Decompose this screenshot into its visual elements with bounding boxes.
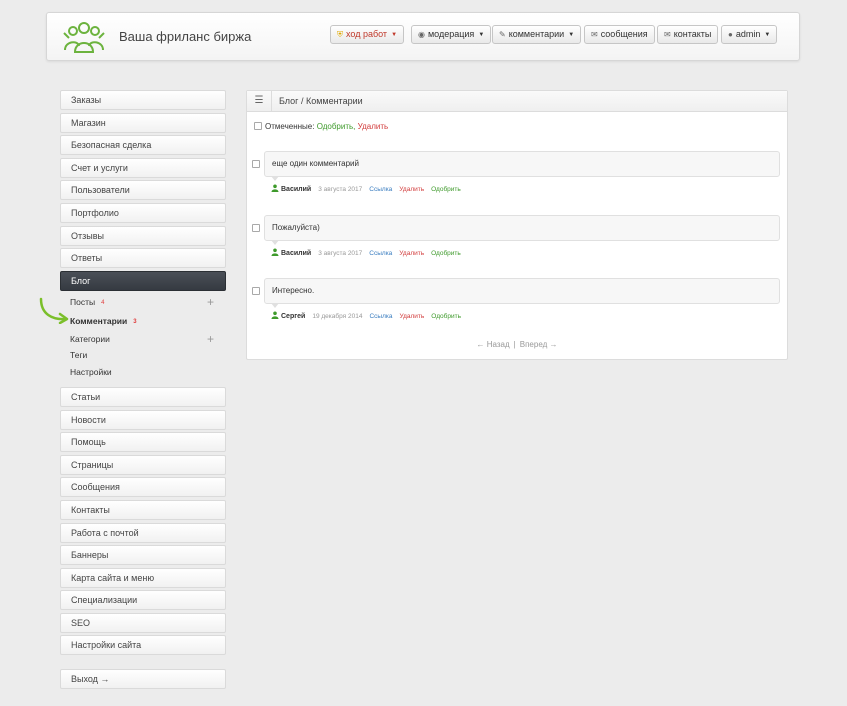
sidebar-item-blog[interactable]: Блог bbox=[60, 271, 226, 291]
sidebar-item-specializations[interactable]: Специализации bbox=[60, 590, 226, 610]
logo-people-icon[interactable] bbox=[61, 18, 107, 56]
sidebar-item-orders[interactable]: Заказы bbox=[60, 90, 226, 110]
user-label: admin bbox=[735, 29, 761, 39]
pagination: ← Назад | Вперед → bbox=[247, 340, 787, 349]
comment-delete-link[interactable]: Удалить bbox=[399, 186, 424, 193]
comment-author[interactable]: Василий bbox=[281, 186, 311, 193]
comments-sub-label: Комментарии bbox=[70, 316, 128, 326]
comment-approve-link[interactable]: Одобрить bbox=[431, 313, 461, 320]
chevron-down-icon: ▼ bbox=[568, 32, 575, 38]
hamburger-menu-icon[interactable]: ☰ bbox=[247, 91, 272, 111]
sidebar-item-articles[interactable]: Статьи bbox=[60, 387, 226, 407]
next-page-link[interactable]: Вперед → bbox=[520, 340, 558, 349]
posts-label: Посты bbox=[70, 297, 96, 307]
top-header: Ваша фриланс биржа ⛨ ход работ ▼ ◉ модераци… bbox=[46, 12, 800, 61]
chevron-down-icon: ▼ bbox=[764, 32, 771, 38]
bulk-approve-link[interactable]: Одобрить, bbox=[317, 122, 356, 131]
envelope-icon: ✉ bbox=[591, 30, 598, 39]
comment-delete-link[interactable]: Удалить bbox=[399, 313, 424, 320]
comment-bubble: Интересно. bbox=[264, 278, 780, 308]
sidebar-item-safe-deal[interactable]: Безопасная сделка bbox=[60, 135, 226, 155]
comments-panel: ☰ Блог / Комментарии Отмеченные: Одобрит… bbox=[246, 90, 788, 360]
user-icon bbox=[271, 311, 279, 319]
sidebar-sub-settings[interactable]: Настройки bbox=[70, 367, 112, 377]
bulk-actions: Отмеченные: Одобрить, Удалить bbox=[265, 122, 388, 131]
comment-checkbox[interactable] bbox=[252, 287, 260, 295]
envelope-icon: ✉ bbox=[664, 30, 671, 39]
comment-bubble: Пожалуйста) bbox=[264, 215, 780, 245]
contacts-label: контакты bbox=[673, 29, 712, 39]
sidebar-item-messages[interactable]: Сообщения bbox=[60, 477, 226, 497]
site-title[interactable]: Ваша фриланс биржа bbox=[119, 29, 251, 44]
comment-approve-link[interactable]: Одобрить bbox=[431, 186, 461, 193]
pager-separator: | bbox=[513, 340, 516, 349]
bulk-delete-link[interactable]: Удалить bbox=[358, 122, 389, 131]
sidebar-sub-categories[interactable]: Категории bbox=[70, 334, 110, 344]
sidebar-item-contacts[interactable]: Контакты bbox=[60, 500, 226, 520]
eye-icon: ◉ bbox=[418, 30, 425, 39]
comment-approve-link[interactable]: Одобрить bbox=[431, 250, 461, 257]
sidebar-item-billing[interactable]: Счет и услуги bbox=[60, 158, 226, 178]
sidebar-item-shop[interactable]: Магазин bbox=[60, 113, 226, 133]
sidebar-item-banners[interactable]: Баннеры bbox=[60, 545, 226, 565]
comment-checkbox[interactable] bbox=[252, 160, 260, 168]
breadcrumb: Блог / Комментарии bbox=[279, 96, 363, 106]
comments-count-badge: 3 bbox=[133, 319, 137, 325]
moderation-button[interactable]: ◉ модерация ▼ bbox=[411, 25, 492, 44]
comment-bubble: еще один комментарий bbox=[264, 151, 780, 181]
sidebar-item-users[interactable]: Пользователи bbox=[60, 180, 226, 200]
messages-button[interactable]: ✉ сообщения bbox=[584, 25, 655, 44]
sidebar-item-site-settings[interactable]: Настройки сайта bbox=[60, 635, 226, 655]
panel-header: ☰ Блог / Комментарии bbox=[247, 91, 787, 112]
comment-link[interactable]: Ссылка bbox=[369, 186, 392, 193]
chevron-down-icon: ▼ bbox=[391, 32, 398, 38]
comment-link[interactable]: Ссылка bbox=[369, 250, 392, 257]
comment-meta: Василий 3 августа 2017 Ссылка Удалить Одобри… bbox=[271, 248, 461, 257]
prev-page-link[interactable]: ← Назад bbox=[477, 340, 510, 349]
contacts-button[interactable]: ✉ контакты bbox=[657, 25, 719, 44]
chevron-down-icon: ▼ bbox=[478, 32, 485, 38]
sidebar-item-reviews[interactable]: Отзывы bbox=[60, 226, 226, 246]
marked-label: Отмеченные: bbox=[265, 122, 315, 131]
comment-meta: Василий 3 августа 2017 Ссылка Удалить Одобри… bbox=[271, 184, 461, 193]
sidebar-item-pages[interactable]: Страницы bbox=[60, 455, 226, 475]
sidebar-item-seo[interactable]: SEO bbox=[60, 613, 226, 633]
sidebar-sub-tags[interactable]: Теги bbox=[70, 350, 87, 360]
comment-checkbox[interactable] bbox=[252, 224, 260, 232]
user-menu-button[interactable]: ● admin ▼ bbox=[721, 25, 778, 44]
add-post-plus-icon[interactable]: + bbox=[207, 296, 214, 308]
shield-icon: ⛨ bbox=[337, 30, 343, 39]
comment-meta: Сергей 19 декабря 2014 Ссылка Удалить Одобри… bbox=[271, 311, 461, 320]
sidebar-sub-comments[interactable]: Комментарии 3 bbox=[70, 316, 137, 326]
add-category-plus-icon[interactable]: + bbox=[207, 333, 214, 345]
comment-date: 19 декабря 2014 bbox=[312, 313, 363, 320]
comment-author[interactable]: Василий bbox=[281, 250, 311, 257]
sidebar-sub-posts[interactable]: Посты 4 bbox=[70, 297, 104, 307]
pencil-icon: ✎ bbox=[499, 30, 506, 39]
comment-author[interactable]: Сергей bbox=[281, 313, 305, 320]
select-all-checkbox[interactable] bbox=[254, 122, 262, 130]
comment-link[interactable]: Ссылка bbox=[369, 313, 392, 320]
moderation-label: модерация bbox=[427, 29, 475, 39]
messages-label: сообщения bbox=[600, 29, 648, 39]
sidebar-item-help[interactable]: Помощь bbox=[60, 432, 226, 452]
sidebar-item-mail[interactable]: Работа с почтой bbox=[60, 523, 226, 543]
progress-button[interactable]: ⛨ ход работ ▼ bbox=[330, 25, 405, 44]
sidebar-item-sitemap[interactable]: Карта сайта и меню bbox=[60, 568, 226, 588]
posts-count-badge: 4 bbox=[101, 300, 105, 306]
sidebar-item-news[interactable]: Новости bbox=[60, 410, 226, 430]
comment-date: 3 августа 2017 bbox=[318, 186, 363, 193]
progress-label: ход работ bbox=[346, 29, 388, 39]
comments-button[interactable]: ✎ комментарии ▼ bbox=[492, 25, 582, 44]
user-icon bbox=[271, 248, 279, 256]
sidebar-item-answers[interactable]: Ответы bbox=[60, 248, 226, 268]
comment-date: 3 августа 2017 bbox=[318, 250, 363, 257]
comments-label: комментарии bbox=[508, 29, 565, 39]
user-icon bbox=[271, 184, 279, 192]
logout-button[interactable]: Выход → bbox=[60, 669, 226, 689]
sidebar-item-portfolio[interactable]: Портфолио bbox=[60, 203, 226, 223]
arrow-pointer-icon bbox=[39, 297, 69, 324]
user-icon: ● bbox=[728, 30, 733, 39]
comment-delete-link[interactable]: Удалить bbox=[399, 250, 424, 257]
